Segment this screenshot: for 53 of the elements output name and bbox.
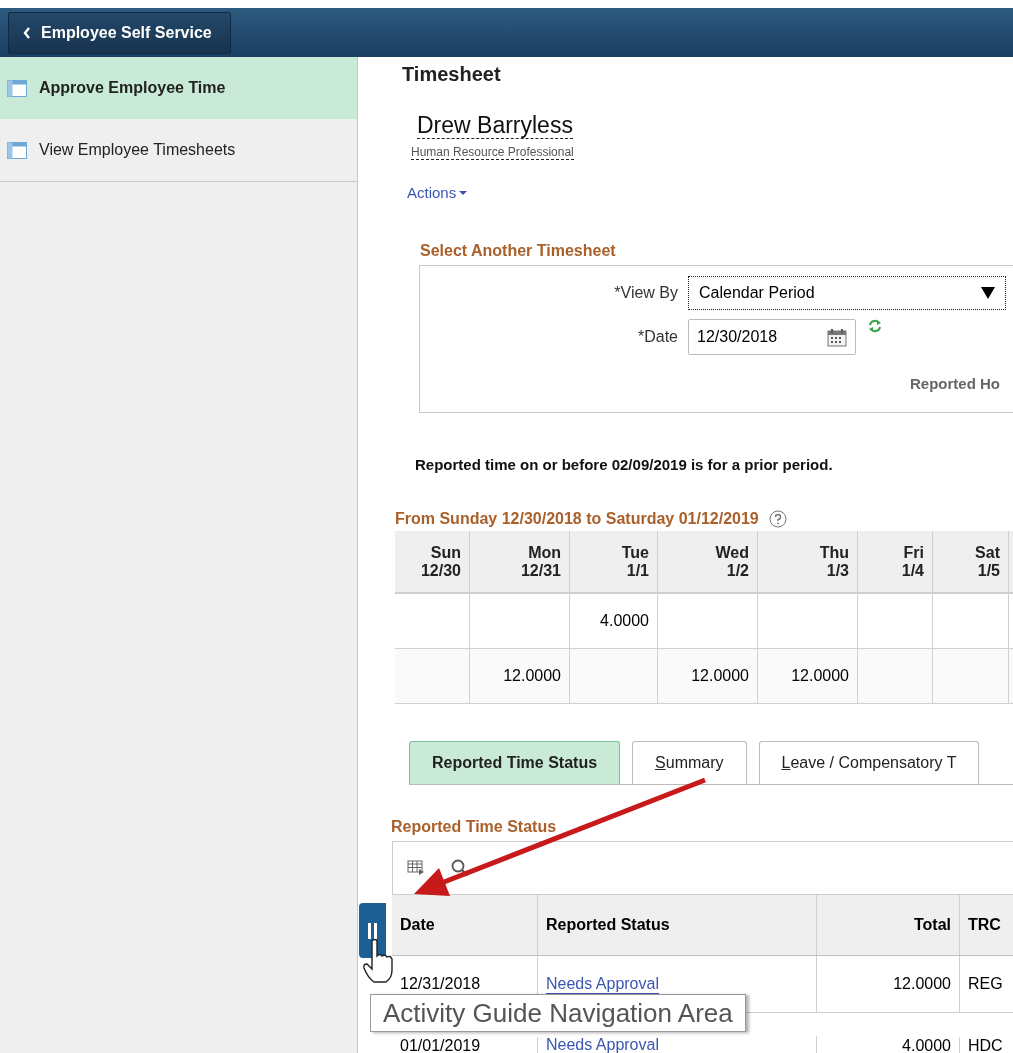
total-cell: 12.0000 — [893, 975, 951, 993]
tab[interactable]: Reported Time Status — [409, 741, 621, 784]
column-header: Sat 1/5 — [933, 531, 1009, 592]
back-button[interactable]: Employee Self Service — [8, 11, 231, 54]
grid-view-icon[interactable] — [407, 860, 425, 876]
sidebar-item[interactable]: View Employee Timesheets — [0, 119, 357, 182]
field-label: *Date — [636, 328, 679, 346]
employee-name[interactable]: Drew Barryless — [417, 112, 573, 139]
calendar-icon — [827, 327, 847, 347]
period-title: From Sunday 12/30/2018 to Saturday 01/12/2019 — [395, 510, 759, 528]
hours-value: 12.0000 — [503, 667, 561, 685]
window-icon — [7, 141, 27, 159]
status-link[interactable]: Needs Approval — [546, 1036, 659, 1053]
column-header: Reported Status — [538, 895, 817, 955]
column-header: Sun 12/30 — [395, 531, 470, 592]
sidebar-item[interactable]: Approve Employee Time — [0, 57, 357, 119]
window-icon — [7, 79, 27, 97]
date-cell: 01/01/2019 — [400, 1037, 481, 1053]
column-header: Total — [817, 895, 960, 955]
job-title[interactable]: Human Resource Professional — [411, 145, 574, 160]
hours-value: 4.0000 — [600, 612, 649, 630]
trc-cell: HDC — [968, 1037, 1003, 1053]
total-cell: 4.0000 — [902, 1037, 951, 1053]
notice-text: Reported time on or before 02/09/2019 is for a prior period. — [415, 456, 834, 473]
help-icon[interactable] — [768, 510, 787, 528]
refresh-icon[interactable] — [868, 319, 882, 333]
dropdown-arrow-icon — [981, 287, 995, 299]
trc-cell: REG — [968, 975, 1003, 993]
tooltip: Activity Guide Navigation Area — [370, 994, 746, 1032]
field-label: *View By — [613, 284, 679, 302]
caret-icon — [459, 190, 468, 195]
reported-hours-label: Reported Ho — [910, 375, 1000, 392]
tab[interactable]: Summary — [632, 741, 747, 784]
date-cell: 12/31/2018 — [400, 975, 481, 993]
date-field[interactable]: 12/30/2018 — [688, 319, 856, 355]
column-header: Fri 1/4 — [858, 531, 933, 592]
hours-value: 12.0000 — [691, 667, 749, 685]
column-header: Thu 1/3 — [758, 531, 858, 592]
chevron-left-icon — [23, 26, 31, 39]
pause-icon — [367, 922, 378, 939]
column-header: Tue 1/1 — [570, 531, 658, 592]
tab[interactable]: Leave / Compensatory T — [758, 741, 980, 784]
column-header: Wed 1/2 — [658, 531, 758, 592]
section-title: Select Another Timesheet — [420, 242, 617, 260]
column-header: TRC — [960, 895, 1013, 955]
view-by-dropdown[interactable]: Calendar Period — [688, 276, 1006, 310]
actions-menu[interactable]: Actions — [407, 184, 468, 201]
column-header: Mon 12/31 — [470, 531, 570, 592]
page-title: Timesheet — [402, 63, 502, 86]
grid-title: Reported Time Status — [391, 818, 558, 836]
status-link[interactable]: Needs Approval — [546, 974, 659, 994]
hand-cursor-icon — [362, 938, 396, 984]
hours-value: 12.0000 — [791, 667, 849, 685]
